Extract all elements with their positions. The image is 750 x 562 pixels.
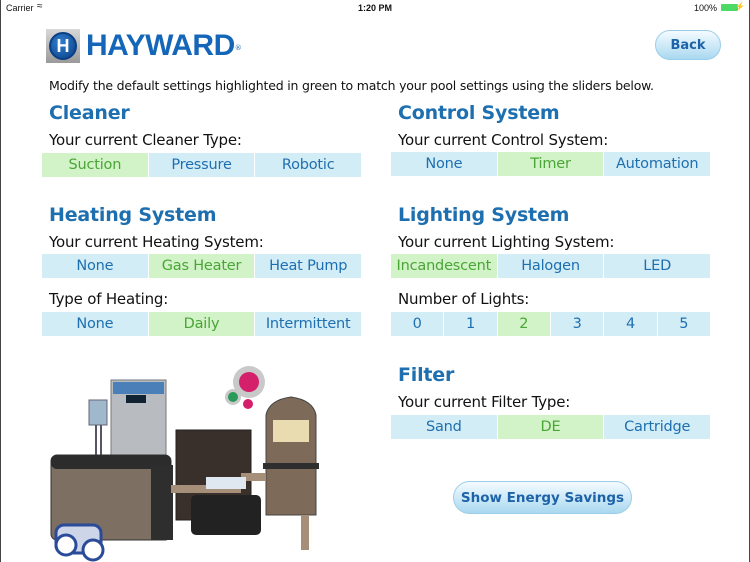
pool-products-image [50, 366, 319, 562]
status-bar: Carrier ≈ 1:20 PM 100% ⚡ [1, 0, 749, 16]
heating-type-option[interactable]: Intermittent [255, 312, 362, 336]
logo-badge-icon: H [46, 29, 80, 63]
filter-selector[interactable]: Sand DE Cartridge [391, 415, 711, 439]
lighting-selector[interactable]: Incandescent Halogen LED [391, 254, 711, 278]
control-option[interactable]: Automation [604, 152, 711, 176]
back-button[interactable]: Back [655, 30, 721, 60]
heating-option[interactable]: Heat Pump [255, 254, 362, 278]
cleaner-option[interactable]: Pressure [148, 153, 255, 177]
control-option[interactable]: Timer [497, 152, 604, 176]
cleaner-option[interactable]: Suction [42, 153, 148, 177]
control-selector[interactable]: None Timer Automation [391, 152, 711, 176]
pool-pump [191, 495, 261, 535]
filter-option[interactable]: Sand [391, 415, 497, 439]
registered-mark: ® [234, 44, 242, 52]
filter-title: Filter [398, 364, 455, 386]
logo-letter: H [49, 32, 77, 60]
lighting-title: Lighting System [398, 204, 570, 226]
lights-count-option[interactable]: 2 [497, 312, 550, 336]
lights-count-selector[interactable]: 0 1 2 3 4 5 [391, 312, 710, 336]
filter-option[interactable]: DE [497, 415, 604, 439]
lights-count-option[interactable]: 0 [391, 312, 444, 336]
control-title: Control System [398, 102, 560, 124]
heating-type-option[interactable]: Daily [148, 312, 255, 336]
heating-type-selector[interactable]: None Daily Intermittent [42, 312, 362, 336]
heating-selector[interactable]: None Gas Heater Heat Pump [42, 254, 362, 278]
cleaner-label: Your current Cleaner Type: [49, 131, 242, 149]
cleaner-selector[interactable]: Suction Pressure Robotic [42, 153, 362, 177]
lights-count-option[interactable]: 3 [550, 312, 604, 336]
control-label: Your current Control System: [398, 131, 609, 149]
heating-title: Heating System [49, 204, 217, 226]
clock: 1:20 PM [357, 3, 392, 13]
heating-type-option[interactable]: None [42, 312, 148, 336]
lights-count-label: Number of Lights: [398, 290, 530, 308]
heating-option[interactable]: Gas Heater [148, 254, 255, 278]
filter-label: Your current Filter Type: [398, 393, 571, 411]
filter-option[interactable]: Cartridge [604, 415, 711, 439]
cleaner-option[interactable]: Robotic [255, 153, 362, 177]
bolt-icon: ⚡ [735, 2, 745, 11]
heating-option[interactable]: None [42, 254, 148, 278]
lights-count-option[interactable]: 1 [444, 312, 497, 336]
lighting-option[interactable]: Halogen [497, 254, 604, 278]
lights-count-option[interactable]: 4 [604, 312, 657, 336]
heating-label: Your current Heating System: [49, 233, 264, 251]
control-option[interactable]: None [391, 152, 497, 176]
lights-count-option[interactable]: 5 [657, 312, 710, 336]
lighting-option[interactable]: LED [604, 254, 711, 278]
battery-percent: 100% [693, 3, 717, 13]
show-energy-savings-button[interactable]: Show Energy Savings [453, 481, 632, 514]
cleaner-title: Cleaner [49, 102, 130, 124]
lighting-label: Your current Lighting System: [398, 233, 615, 251]
heating-type-label: Type of Heating: [49, 290, 169, 308]
lighting-option[interactable]: Incandescent [391, 254, 497, 278]
logo-text: HAYWARD [86, 29, 235, 62]
instruction-text: Modify the default settings highlighted … [49, 78, 654, 93]
filter-tank [265, 396, 317, 516]
hayward-logo: H HAYWARD ® [46, 28, 242, 64]
